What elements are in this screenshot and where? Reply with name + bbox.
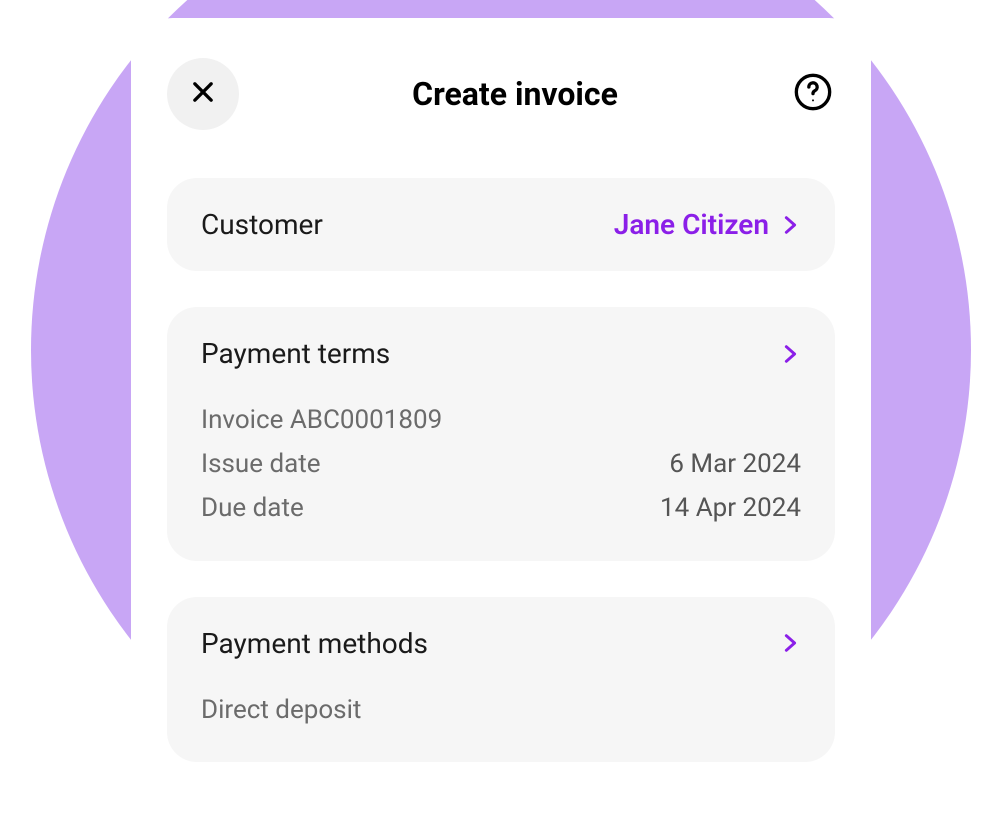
- due-date-value: 14 Apr 2024: [660, 486, 801, 530]
- close-button[interactable]: [167, 58, 239, 130]
- payment-terms-section[interactable]: Payment terms Invoice ABC0001809 Issue d…: [167, 307, 835, 561]
- due-date-label: Due date: [201, 486, 304, 530]
- page-title: Create invoice: [239, 75, 791, 113]
- due-date-row: Due date 14 Apr 2024: [201, 486, 801, 530]
- chevron-right-icon: [779, 340, 801, 368]
- customer-value-wrap: Jane Citizen: [614, 208, 801, 241]
- issue-date-label: Issue date: [201, 442, 321, 486]
- chevron-right-icon: [779, 629, 801, 657]
- chevron-right-icon: [779, 211, 801, 239]
- invoice-number: Invoice ABC0001809: [201, 398, 801, 442]
- issue-date-row: Issue date 6 Mar 2024: [201, 442, 801, 486]
- card-header: Create invoice: [167, 58, 835, 130]
- invoice-card: Create invoice Customer Jane Citizen: [131, 18, 871, 820]
- customer-value: Jane Citizen: [614, 208, 769, 241]
- payment-methods-section[interactable]: Payment methods Direct deposit: [167, 597, 835, 762]
- payment-method-value: Direct deposit: [201, 688, 801, 732]
- help-button[interactable]: [791, 72, 835, 116]
- help-icon: [793, 72, 833, 116]
- payment-terms-title: Payment terms: [201, 337, 390, 370]
- issue-date-value: 6 Mar 2024: [669, 442, 801, 486]
- close-icon: [189, 78, 217, 110]
- customer-section[interactable]: Customer Jane Citizen: [167, 178, 835, 271]
- payment-methods-title: Payment methods: [201, 627, 428, 660]
- customer-label: Customer: [201, 208, 323, 241]
